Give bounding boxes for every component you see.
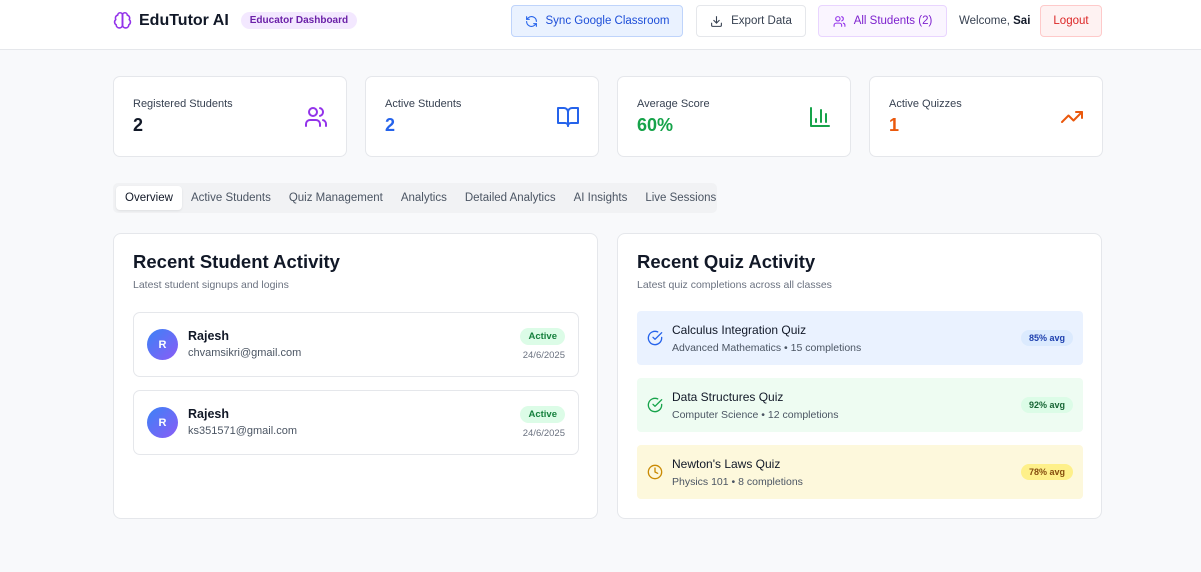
student-email: ks351571@gmail.com	[188, 425, 297, 437]
brand-title: EduTutor AI	[139, 11, 229, 29]
tab-live-sessions[interactable]: Live Sessions	[636, 186, 725, 210]
status-badge: Active	[520, 406, 565, 423]
stat-card-active-quizzes: Active Quizzes 1	[869, 76, 1103, 157]
export-data-button[interactable]: Export Data	[696, 5, 806, 37]
users-icon	[305, 107, 327, 127]
student-activity-item[interactable]: R Rajesh chvamsikri@gmail.com Active 24/…	[133, 312, 579, 377]
download-icon	[711, 15, 723, 27]
logout-label: Logout	[1053, 15, 1089, 27]
quiz-name: Data Structures Quiz	[672, 390, 784, 404]
trending-up-icon	[1061, 111, 1083, 123]
top-header: EduTutor AI Educator Dashboard Sync Goog…	[0, 0, 1201, 50]
all-students-button[interactable]: All Students (2)	[818, 5, 947, 37]
refresh-icon	[525, 15, 537, 27]
student-name: Rajesh	[188, 329, 229, 343]
activity-date: 24/6/2025	[522, 428, 565, 439]
user-name: Sai	[1013, 15, 1031, 27]
quiz-average-badge: 78% avg	[1020, 464, 1073, 480]
stat-label: Active Quizzes	[889, 98, 962, 110]
users-icon	[833, 15, 846, 27]
student-email: chvamsikri@gmail.com	[188, 347, 302, 359]
quiz-meta: Physics 101 • 8 completions	[672, 476, 803, 488]
quiz-name: Newton's Laws Quiz	[672, 457, 781, 471]
all-students-label: All Students (2)	[853, 15, 933, 27]
stat-label: Active Students	[385, 98, 462, 110]
logout-button[interactable]: Logout	[1040, 5, 1102, 37]
panel-title: Recent Quiz Activity	[637, 251, 816, 272]
tab-ai-insights[interactable]: AI Insights	[565, 186, 637, 210]
check-circle-icon	[647, 397, 663, 413]
stat-card-average-score: Average Score 60%	[617, 76, 851, 157]
tab-active-students[interactable]: Active Students	[182, 186, 280, 210]
quiz-average-badge: 92% avg	[1020, 397, 1073, 413]
quiz-name: Calculus Integration Quiz	[672, 323, 807, 337]
sync-google-classroom-button[interactable]: Sync Google Classroom	[511, 5, 683, 37]
tab-detailed-analytics[interactable]: Detailed Analytics	[456, 186, 565, 210]
stat-label: Registered Students	[133, 98, 233, 110]
check-circle-icon	[647, 330, 663, 346]
stat-label: Average Score	[637, 98, 710, 110]
stat-value: 2	[385, 115, 396, 135]
export-label: Export Data	[731, 15, 792, 27]
role-badge: Educator Dashboard	[240, 12, 358, 29]
quiz-meta: Computer Science • 12 completions	[672, 409, 839, 421]
quiz-average-badge: 85% avg	[1020, 330, 1073, 346]
panel-subtitle: Latest student signups and logins	[133, 279, 289, 291]
student-name: Rajesh	[188, 407, 229, 421]
bar-chart-icon	[810, 107, 830, 127]
activity-date: 24/6/2025	[522, 350, 565, 361]
sync-label: Sync Google Classroom	[545, 15, 670, 27]
status-badge: Active	[520, 328, 565, 345]
tab-bar: Overview Active Students Quiz Management…	[113, 183, 717, 213]
brain-icon	[113, 11, 132, 30]
student-activity-item[interactable]: R Rajesh ks351571@gmail.com Active 24/6/…	[133, 390, 579, 455]
quiz-meta: Advanced Mathematics • 15 completions	[672, 342, 862, 354]
tab-analytics[interactable]: Analytics	[392, 186, 456, 210]
avatar: R	[147, 407, 178, 438]
stat-value: 1	[889, 115, 900, 135]
tab-quiz-management[interactable]: Quiz Management	[280, 186, 392, 210]
quiz-activity-item[interactable]: Newton's Laws Quiz Physics 101 • 8 compl…	[637, 445, 1083, 499]
welcome-prefix: Welcome,	[959, 15, 1010, 27]
stat-value: 60%	[637, 115, 674, 135]
panel-title: Recent Student Activity	[133, 251, 340, 272]
welcome-text: Welcome, Sai	[959, 15, 1030, 27]
quiz-activity-item[interactable]: Calculus Integration Quiz Advanced Mathe…	[637, 311, 1083, 365]
quiz-activity-item[interactable]: Data Structures Quiz Computer Science • …	[637, 378, 1083, 432]
book-open-icon	[557, 107, 579, 127]
tab-overview[interactable]: Overview	[116, 186, 182, 210]
recent-student-activity-panel: Recent Student Activity Latest student s…	[113, 233, 598, 519]
clock-icon	[647, 464, 663, 480]
recent-quiz-activity-panel: Recent Quiz Activity Latest quiz complet…	[617, 233, 1102, 519]
panel-subtitle: Latest quiz completions across all class…	[637, 279, 832, 291]
stat-card-active-students: Active Students 2	[365, 76, 599, 157]
avatar: R	[147, 329, 178, 360]
stat-card-registered-students: Registered Students 2	[113, 76, 347, 157]
brand: EduTutor AI Educator Dashboard	[113, 11, 358, 30]
stat-value: 2	[133, 115, 144, 135]
